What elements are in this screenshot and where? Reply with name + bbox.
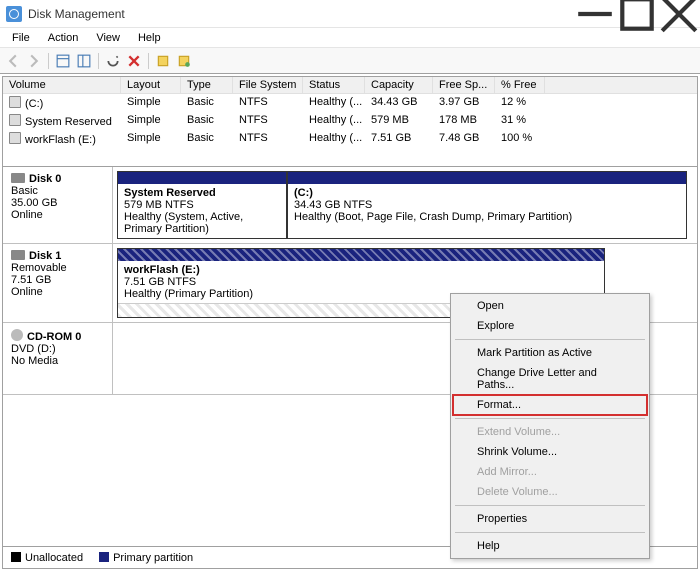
col-type[interactable]: Type bbox=[181, 77, 233, 93]
volume-row[interactable]: workFlash (E:)SimpleBasicNTFSHealthy (..… bbox=[3, 130, 697, 148]
forward-icon bbox=[25, 52, 43, 70]
col-filesystem[interactable]: File System bbox=[233, 77, 303, 93]
volume-header: Volume Layout Type File System Status Ca… bbox=[3, 77, 697, 94]
ctx-extend: Extend Volume... bbox=[453, 422, 647, 442]
menu-action[interactable]: Action bbox=[40, 30, 87, 46]
ctx-format[interactable]: Format... bbox=[453, 395, 647, 415]
disk-label[interactable]: CD-ROM 0DVD (D:)No Media bbox=[3, 323, 113, 394]
minimize-button[interactable] bbox=[574, 0, 616, 27]
titlebar: Disk Management bbox=[0, 0, 700, 28]
app-icon bbox=[6, 6, 22, 22]
volume-list: Volume Layout Type File System Status Ca… bbox=[3, 77, 697, 167]
col-layout[interactable]: Layout bbox=[121, 77, 181, 93]
ctx-properties[interactable]: Properties bbox=[453, 509, 647, 529]
back-icon bbox=[4, 52, 22, 70]
col-status[interactable]: Status bbox=[303, 77, 365, 93]
toolbar bbox=[0, 48, 700, 74]
col-capacity[interactable]: Capacity bbox=[365, 77, 433, 93]
disk-icon bbox=[11, 173, 25, 183]
menu-view[interactable]: View bbox=[88, 30, 128, 46]
menu-help[interactable]: Help bbox=[130, 30, 169, 46]
close-button[interactable] bbox=[658, 0, 700, 27]
disk-row: Disk 0Basic35.00 GBOnlineSystem Reserved… bbox=[3, 167, 697, 244]
window-title: Disk Management bbox=[28, 7, 574, 21]
legend-primary: Primary partition bbox=[99, 552, 193, 564]
toolbar-settings-icon[interactable] bbox=[104, 52, 122, 70]
disk-label[interactable]: Disk 0Basic35.00 GBOnline bbox=[3, 167, 113, 243]
ctx-delete: Delete Volume... bbox=[453, 482, 647, 502]
col-pctfree[interactable]: % Free bbox=[495, 77, 545, 93]
toolbar-refresh-icon[interactable] bbox=[75, 52, 93, 70]
ctx-open[interactable]: Open bbox=[453, 296, 647, 316]
col-volume[interactable]: Volume bbox=[3, 77, 121, 93]
ctx-shrink[interactable]: Shrink Volume... bbox=[453, 442, 647, 462]
ctx-add-mirror: Add Mirror... bbox=[453, 462, 647, 482]
disk-label[interactable]: Disk 1Removable7.51 GBOnline bbox=[3, 244, 113, 322]
maximize-button[interactable] bbox=[616, 0, 658, 27]
ctx-help[interactable]: Help bbox=[453, 536, 647, 556]
ctx-mark-active[interactable]: Mark Partition as Active bbox=[453, 343, 647, 363]
menu-file[interactable]: File bbox=[4, 30, 38, 46]
partition[interactable]: System Reserved579 MB NTFSHealthy (Syste… bbox=[117, 171, 287, 239]
context-menu: Open Explore Mark Partition as Active Ch… bbox=[450, 293, 650, 559]
volume-row[interactable]: System ReservedSimpleBasicNTFSHealthy (.… bbox=[3, 112, 697, 130]
ctx-explore[interactable]: Explore bbox=[453, 316, 647, 336]
toolbar-view-icon[interactable] bbox=[54, 52, 72, 70]
toolbar-delete-icon[interactable] bbox=[125, 52, 143, 70]
volume-row[interactable]: (C:)SimpleBasicNTFSHealthy (...34.43 GB3… bbox=[3, 94, 697, 112]
partition[interactable]: (C:)34.43 GB NTFSHealthy (Boot, Page Fil… bbox=[287, 171, 687, 239]
toolbar-prop2-icon[interactable] bbox=[175, 52, 193, 70]
cd-icon bbox=[11, 329, 23, 341]
ctx-change-letter[interactable]: Change Drive Letter and Paths... bbox=[453, 363, 647, 395]
legend-unallocated: Unallocated bbox=[11, 552, 83, 564]
col-free[interactable]: Free Sp... bbox=[433, 77, 495, 93]
disk-icon bbox=[11, 250, 25, 260]
toolbar-prop1-icon[interactable] bbox=[154, 52, 172, 70]
